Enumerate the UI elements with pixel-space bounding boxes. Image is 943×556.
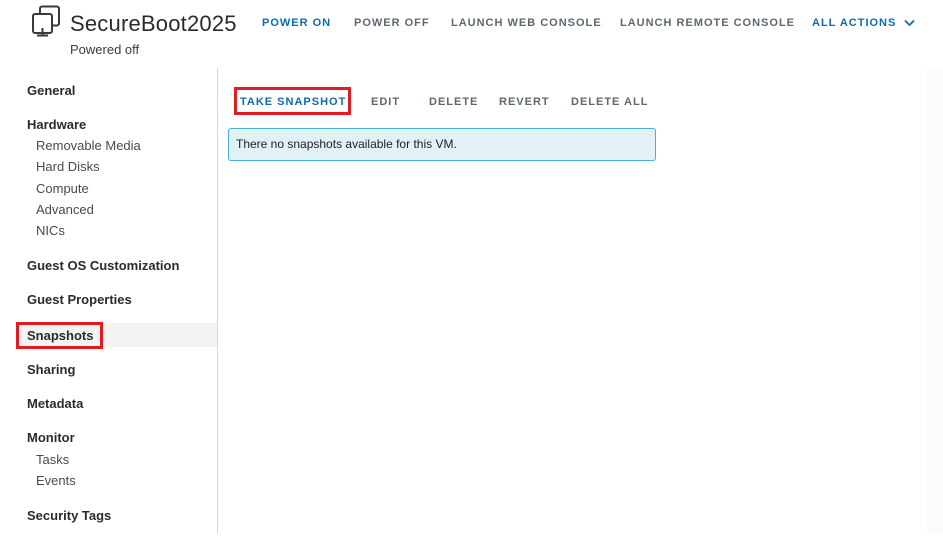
alert-message: There no snapshots available for this VM… xyxy=(236,137,457,151)
delete-all-snapshots-button[interactable]: DELETE ALL xyxy=(571,96,648,108)
sidebar-item-general[interactable]: General xyxy=(27,83,75,98)
sidebar-item-hardware[interactable]: Hardware xyxy=(27,117,86,132)
sidebar-item-hard-disks[interactable]: Hard Disks xyxy=(36,159,100,174)
right-edge xyxy=(927,68,943,533)
vm-power-state: Powered off xyxy=(70,42,140,57)
sidebar-item-advanced[interactable]: Advanced xyxy=(36,202,94,217)
sidebar-item-removable-media[interactable]: Removable Media xyxy=(36,138,141,153)
vm-icon xyxy=(32,5,60,37)
bottom-edge xyxy=(0,533,943,556)
sidebar-item-security-tags[interactable]: Security Tags xyxy=(27,508,111,523)
snapshots-panel: TAKE SNAPSHOT EDIT DELETE REVERT DELETE … xyxy=(219,68,927,533)
edit-snapshot-button[interactable]: EDIT xyxy=(371,96,400,108)
delete-snapshot-button[interactable]: DELETE xyxy=(429,96,478,108)
sidebar-item-guest-os-customization[interactable]: Guest OS Customization xyxy=(27,258,179,273)
sidebar-item-monitor[interactable]: Monitor xyxy=(27,430,75,445)
sidebar: General Hardware Removable Media Hard Di… xyxy=(16,68,218,533)
vm-title: SecureBoot2025 xyxy=(70,11,237,36)
all-actions-label: ALL ACTIONS xyxy=(812,17,897,29)
sidebar-item-metadata[interactable]: Metadata xyxy=(27,396,83,411)
no-snapshots-alert: There no snapshots available for this VM… xyxy=(228,128,656,161)
sidebar-item-guest-properties[interactable]: Guest Properties xyxy=(27,292,132,307)
sidebar-item-nics[interactable]: NICs xyxy=(36,223,65,238)
power-on-button[interactable]: POWER ON xyxy=(262,17,331,29)
take-snapshot-highlight-frame xyxy=(234,87,351,115)
revert-snapshot-button[interactable]: REVERT xyxy=(499,96,550,108)
chevron-down-icon xyxy=(904,19,916,27)
power-off-button[interactable]: POWER OFF xyxy=(354,17,430,29)
launch-web-console-button[interactable]: LAUNCH WEB CONSOLE xyxy=(451,17,602,29)
snapshots-highlight-frame xyxy=(16,322,103,349)
sidebar-item-sharing[interactable]: Sharing xyxy=(27,362,75,377)
all-actions-dropdown[interactable]: ALL ACTIONS xyxy=(812,17,916,29)
sidebar-item-tasks[interactable]: Tasks xyxy=(36,452,69,467)
launch-remote-console-button[interactable]: LAUNCH REMOTE CONSOLE xyxy=(620,17,795,29)
vm-header: SecureBoot2025 Powered off POWER ON POWE… xyxy=(0,0,943,62)
sidebar-item-events[interactable]: Events xyxy=(36,473,76,488)
sidebar-item-compute[interactable]: Compute xyxy=(36,181,89,196)
